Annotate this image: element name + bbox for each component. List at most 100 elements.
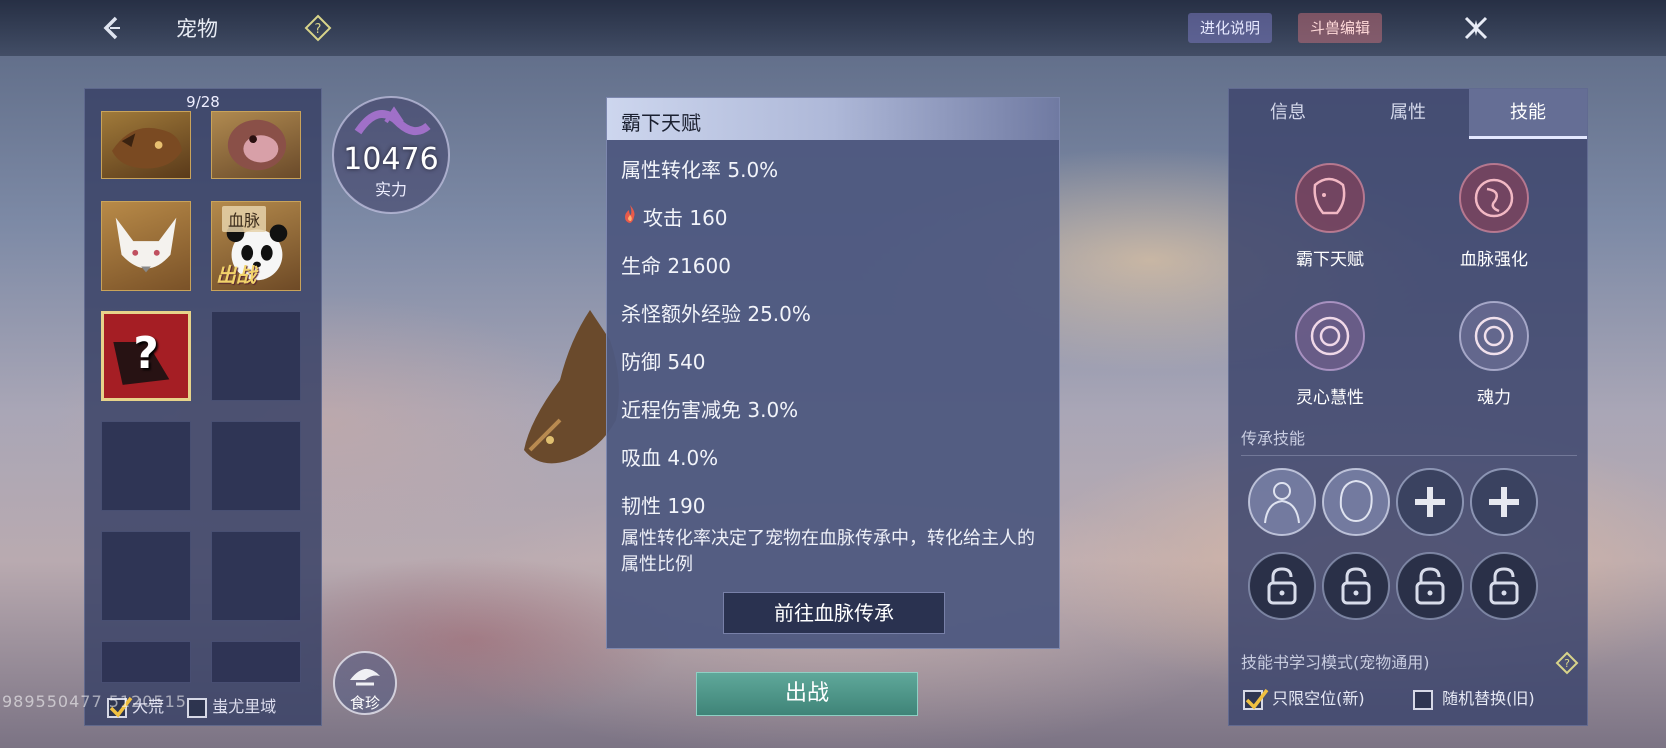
learn-mode-label: 技能书学习模式(宠物通用): [1241, 653, 1430, 672]
stat-text: 韧性 190: [621, 494, 706, 518]
tooltip-stat-list: 属性转化率 5.0% 攻击 160 生命 21600 杀怪额外经验 25.0% …: [621, 154, 811, 538]
eye-swirl-icon: [1459, 301, 1529, 371]
section-divider: [1241, 455, 1577, 456]
stat-row: 攻击 160: [621, 202, 811, 250]
svg-text:?: ?: [1564, 657, 1570, 670]
skill-bloodline-boost[interactable]: 血脉强化: [1439, 161, 1549, 291]
skill-label: 霸下天赋: [1296, 250, 1364, 270]
stat-row: 属性转化率 5.0%: [621, 154, 811, 202]
skill-label: 血脉强化: [1460, 250, 1528, 270]
tooltip-title: 霸下天赋: [621, 111, 701, 135]
svg-text:?: ?: [315, 22, 322, 37]
skill-label: 魂力: [1477, 388, 1511, 408]
evolution-info-button[interactable]: 进化说明: [1188, 13, 1273, 43]
stat-text: 近程伤害减免 3.0%: [621, 398, 799, 422]
face-silhouette-icon: [1322, 468, 1390, 536]
empty-slot-checkbox[interactable]: [1243, 688, 1269, 710]
info-tabs: 信息 属性 技能: [1229, 89, 1587, 139]
power-value: 10476: [343, 142, 439, 177]
pet-list-panel: 9/28 血脉 出战 ? 大荒 蚩尤里域: [84, 88, 322, 726]
pet-slot-panda[interactable]: 血脉 出战: [211, 201, 301, 291]
skill-spirit-wisdom[interactable]: 灵心慧性: [1275, 299, 1385, 429]
pet-slot-empty[interactable]: [211, 641, 301, 683]
pet-info-panel: 信息 属性 技能 霸下天赋 血脉强化 灵心慧性 魂力 传承技能 技能书学习模式(…: [1228, 88, 1588, 726]
inherit-slot-locked[interactable]: [1321, 551, 1391, 621]
unknown-mark: ?: [133, 328, 159, 379]
pet-slot-unknown[interactable]: ?: [101, 311, 191, 401]
lock-icon: [1470, 552, 1538, 620]
plus-icon: [1396, 468, 1464, 536]
filter-label-chiyou: 蚩尤里域: [212, 697, 277, 716]
skill-baxia-talent[interactable]: 霸下天赋: [1275, 161, 1385, 291]
top-bar: 宠物 ? 进化说明 斗兽编辑: [0, 0, 1666, 56]
lock-icon: [1396, 552, 1464, 620]
back-icon[interactable]: [96, 12, 128, 44]
beast-head-icon: [1295, 163, 1365, 233]
beast-edit-button[interactable]: 斗兽编辑: [1298, 13, 1383, 43]
watermark-text: 989550477 5120515: [2, 692, 187, 711]
stat-text: 杀怪额外经验 25.0%: [621, 302, 811, 326]
pet-slot-empty[interactable]: [211, 531, 301, 621]
stat-text: 属性转化率 5.0%: [621, 158, 779, 182]
inherit-slot-body[interactable]: [1247, 467, 1317, 537]
tooltip-header: 霸下天赋: [607, 98, 1059, 140]
dragon-orb-icon: [1459, 163, 1529, 233]
skill-soul-power[interactable]: 魂力: [1439, 299, 1549, 429]
option-empty-slot-only[interactable]: 只限空位(新): [1243, 685, 1365, 710]
power-label: 实力: [374, 180, 407, 199]
pet-slot-empty[interactable]: [101, 421, 191, 511]
talent-tooltip: 霸下天赋 属性转化率 5.0% 攻击 160 生命 21600 杀怪额外经验 2…: [606, 97, 1060, 649]
pet-slot-beast[interactable]: [101, 111, 191, 179]
inherit-slot-hair[interactable]: [1321, 467, 1391, 537]
close-icon[interactable]: [1458, 10, 1494, 46]
tab-info[interactable]: 信息: [1229, 89, 1347, 139]
filter-checkbox-chiyou[interactable]: [187, 697, 208, 718]
stat-row: 生命 21600: [621, 250, 811, 298]
inherit-slot-locked[interactable]: [1395, 551, 1465, 621]
pet-count: 9/28: [186, 93, 220, 111]
deployed-tag: 出战: [216, 263, 256, 287]
inherit-slot-add[interactable]: [1395, 467, 1465, 537]
option-label: 只限空位(新): [1272, 689, 1365, 708]
stat-row: 防御 540: [621, 346, 811, 394]
deploy-button[interactable]: 出战: [696, 672, 918, 716]
inherit-slot-add[interactable]: [1469, 467, 1539, 537]
stat-row: 近程伤害减免 3.0%: [621, 394, 811, 442]
tab-skills[interactable]: 技能: [1469, 89, 1587, 139]
option-label: 随机替换(旧): [1442, 689, 1535, 708]
lock-icon: [1322, 552, 1390, 620]
random-replace-checkbox[interactable]: [1413, 689, 1433, 710]
stat-text: 生命 21600: [621, 254, 731, 278]
bloodline-tag: 血脉: [222, 206, 267, 232]
eye-swirl-icon: [1295, 301, 1365, 371]
stat-row: 杀怪额外经验 25.0%: [621, 298, 811, 346]
body-silhouette-icon: [1248, 468, 1316, 536]
plus-icon: [1470, 468, 1538, 536]
stat-text: 防御 540: [621, 350, 706, 374]
pet-slot-empty[interactable]: [101, 531, 191, 621]
lock-icon: [1248, 552, 1316, 620]
stat-row: 吸血 4.0%: [621, 442, 811, 490]
stat-text: 吸血 4.0%: [621, 446, 719, 470]
pet-slot-pink-beast[interactable]: [211, 111, 301, 179]
fire-icon: [625, 205, 635, 223]
pet-slot-fox[interactable]: [101, 201, 191, 291]
tooltip-description: 属性转化率决定了宠物在血脉传承中，转化给主人的属性比例: [621, 528, 1035, 575]
power-badge: 10476 实力: [328, 92, 454, 218]
option-random-replace[interactable]: 随机替换(旧): [1413, 685, 1535, 710]
skill-label: 灵心慧性: [1296, 388, 1364, 408]
tab-attributes[interactable]: 属性: [1349, 89, 1467, 139]
page-title: 宠物: [176, 17, 218, 41]
help-icon[interactable]: ?: [1555, 651, 1579, 675]
inherit-slot-locked[interactable]: [1247, 551, 1317, 621]
goto-bloodline-button[interactable]: 前往血脉传承: [723, 592, 945, 634]
inherit-section-label: 传承技能: [1241, 429, 1306, 448]
inherit-slot-locked[interactable]: [1469, 551, 1539, 621]
pet-slot-empty[interactable]: [101, 641, 191, 683]
pet-slot-empty[interactable]: [211, 421, 301, 511]
pet-slot-empty[interactable]: [211, 311, 301, 401]
help-icon[interactable]: ?: [304, 14, 332, 42]
stat-text: 攻击 160: [643, 206, 728, 230]
food-button[interactable]: 食珍: [332, 650, 398, 716]
food-label: 食珍: [349, 694, 380, 712]
